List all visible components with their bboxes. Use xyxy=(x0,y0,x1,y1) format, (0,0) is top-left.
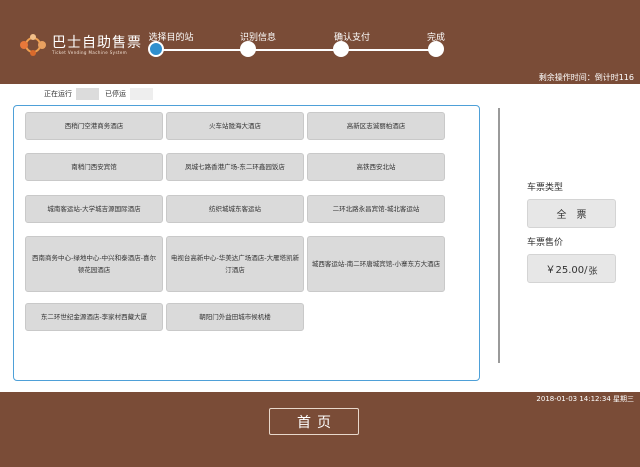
bus-logo-icon xyxy=(20,34,46,56)
ticket-price-value: ￥25.00/ xyxy=(545,265,588,276)
brand-name-cn: 巴士自助售票 xyxy=(52,35,142,51)
station-button[interactable]: 纺织城城东客运站 xyxy=(166,195,304,223)
brand-name-en: Ticket Vending Machine System xyxy=(52,50,128,55)
vertical-divider xyxy=(498,108,500,363)
footer-bar: 2018-01-03 14:12:34 星期三 首页 xyxy=(0,392,640,467)
station-button[interactable]: 城西客运站-南二环唐城宾馆-小寨东方大酒店 xyxy=(307,236,445,292)
home-button[interactable]: 首页 xyxy=(269,408,359,435)
progress-line xyxy=(156,49,436,51)
ticket-price-box: ￥25.00/ 张 xyxy=(527,254,616,283)
ticket-type-label: 车票类型 xyxy=(527,183,564,193)
legend-stopped-label: 已停运 xyxy=(105,90,126,98)
station-button[interactable]: 东二环世纪金源酒店-李家村西藏大厦 xyxy=(25,303,163,331)
step-dot-active xyxy=(148,41,164,57)
step-dot xyxy=(333,41,349,57)
header-bar: 巴士自助售票 Ticket Vending Machine System 选择目… xyxy=(0,0,640,84)
station-button[interactable]: 城南客运站-大学城吉源国际酒店 xyxy=(25,195,163,223)
station-button[interactable]: 西南商务中心-绿地中心-中兴和泰酒店-喜尔顿花园酒店 xyxy=(25,236,163,292)
station-list-panel: 西稍门空港商务酒店 火车站陇海大酒店 高新区志诚丽柏酒店 南稍门西安宾馆 凤城七… xyxy=(13,105,480,381)
station-button[interactable]: 朝阳门外益田城市候机楼 xyxy=(166,303,304,331)
countdown-timer: 剩余操作时间：倒计时116 xyxy=(538,73,634,82)
station-button[interactable]: 凤城七路香港广场-东二环鑫园饭店 xyxy=(166,153,304,181)
station-button[interactable]: 西稍门空港商务酒店 xyxy=(25,112,163,140)
ticket-price-label: 车票售价 xyxy=(527,238,564,248)
ticket-type-value: 全 票 xyxy=(527,199,616,228)
station-button[interactable]: 电视台高新中心-华美达广场酒店-大雁塔凯新汀酒店 xyxy=(166,236,304,292)
station-button[interactable]: 高铁西安北站 xyxy=(307,153,445,181)
station-button[interactable]: 二环北路永昌宾馆-城北客运站 xyxy=(307,195,445,223)
status-legend: 正在运行 已停运 xyxy=(44,88,159,100)
station-button[interactable]: 火车站陇海大酒店 xyxy=(166,112,304,140)
station-button[interactable]: 南稍门西安宾馆 xyxy=(25,153,163,181)
legend-running-swatch xyxy=(76,88,99,100)
legend-running-label: 正在运行 xyxy=(44,90,72,98)
ticket-price-unit: 张 xyxy=(588,267,598,277)
legend-stopped-swatch xyxy=(130,88,153,100)
step-dot xyxy=(240,41,256,57)
station-button[interactable]: 高新区志诚丽柏酒店 xyxy=(307,112,445,140)
brand-logo: 巴士自助售票 Ticket Vending Machine System xyxy=(18,26,146,62)
current-datetime: 2018-01-03 14:12:34 星期三 xyxy=(536,395,634,403)
step-dot xyxy=(428,41,444,57)
